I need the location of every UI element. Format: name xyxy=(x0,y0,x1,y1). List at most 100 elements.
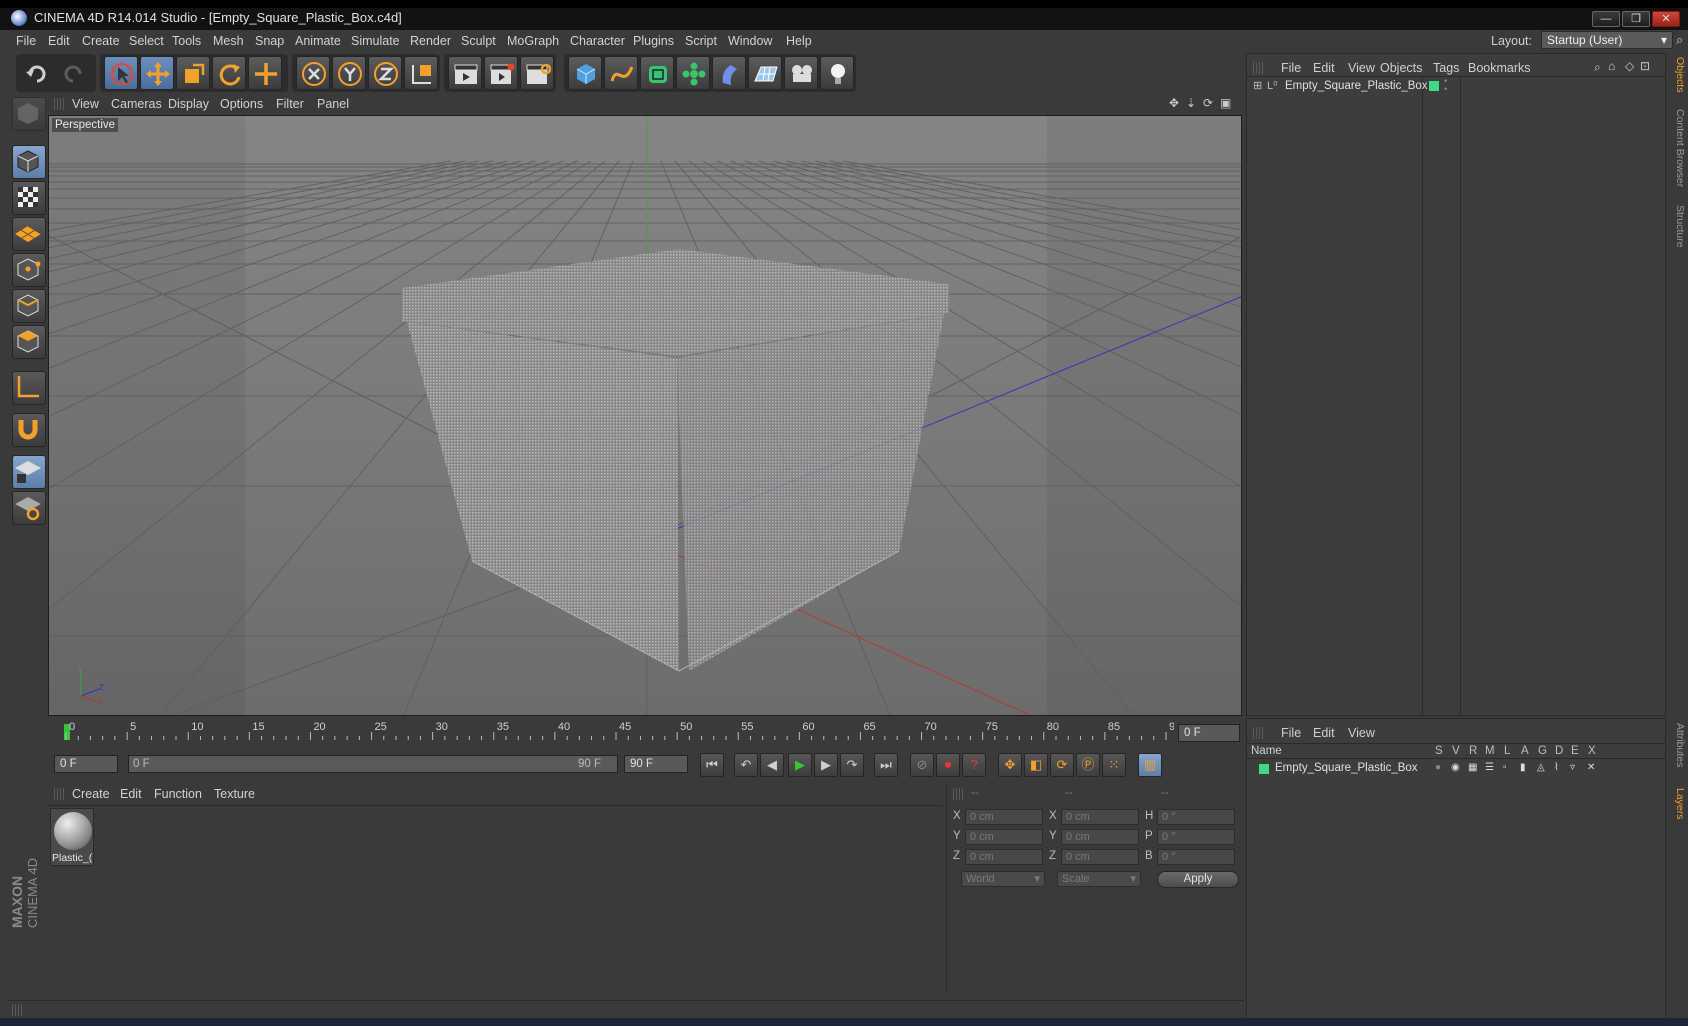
menu-mesh[interactable]: Mesh xyxy=(213,34,244,48)
menu-sculpt[interactable]: Sculpt xyxy=(461,34,496,48)
menu-select[interactable]: Select xyxy=(129,34,164,48)
key-rotation-button[interactable]: ⟳ xyxy=(1050,753,1074,777)
col-deformers[interactable]: D xyxy=(1555,745,1563,757)
render-settings-button[interactable] xyxy=(520,56,554,90)
viewport-menu-panel[interactable]: Panel xyxy=(317,97,349,111)
menu-tools[interactable]: Tools xyxy=(172,34,201,48)
pos-y-field[interactable]: 0 cm xyxy=(965,829,1043,845)
material-swatch[interactable]: Plastic_( xyxy=(50,808,94,866)
col-solo[interactable]: S xyxy=(1435,745,1443,757)
next-frame-button[interactable]: ▶ xyxy=(814,753,838,777)
add-spline-button[interactable] xyxy=(604,56,638,90)
axis-mode-button[interactable] xyxy=(12,371,46,405)
minimize-button[interactable]: — xyxy=(1592,11,1620,27)
menu-snap[interactable]: Snap xyxy=(255,34,284,48)
preview-range-slider[interactable]: 0 F 90 F xyxy=(128,755,618,773)
live-selection-button[interactable] xyxy=(104,56,138,90)
polygons-mode-button[interactable] xyxy=(12,325,46,359)
play-button[interactable]: ▶ xyxy=(788,753,812,777)
rot-h-field[interactable]: 0 ° xyxy=(1157,809,1235,825)
pan-view-icon[interactable]: ✥ xyxy=(1169,96,1179,110)
rot-p-field[interactable]: 0 ° xyxy=(1157,829,1235,845)
menu-plugins[interactable]: Plugins xyxy=(633,34,674,48)
orbit-view-icon[interactable]: ⟳ xyxy=(1203,96,1213,110)
menu-render[interactable]: Render xyxy=(410,34,451,48)
scale-tool-button[interactable] xyxy=(176,56,210,90)
autokey-button[interactable]: ⏺ xyxy=(936,753,960,777)
toggle-layout-icon[interactable]: ▣ xyxy=(1220,96,1231,110)
animation-toggle-icon[interactable]: ▮ xyxy=(1520,762,1526,773)
object-menu-edit[interactable]: Edit xyxy=(1313,61,1335,75)
menu-file[interactable]: File xyxy=(16,34,36,48)
expression-toggle-icon[interactable]: ▿ xyxy=(1570,762,1575,773)
size-z-field[interactable]: 0 cm xyxy=(1061,849,1139,865)
go-to-end-button[interactable]: ⏭ xyxy=(874,753,898,777)
generator-toggle-icon[interactable]: ◬ xyxy=(1537,762,1545,773)
col-view[interactable]: V xyxy=(1452,745,1460,757)
viewport-menu-options[interactable]: Options xyxy=(220,97,263,111)
x-axis-lock-button[interactable] xyxy=(296,56,330,90)
size-y-field[interactable]: 0 cm xyxy=(1061,829,1139,845)
keyframe-selection-button[interactable]: ? xyxy=(962,753,986,777)
viewport-menu-filter[interactable]: Filter xyxy=(276,97,304,111)
material-menu-texture[interactable]: Texture xyxy=(214,787,255,801)
move-tool-button[interactable] xyxy=(140,56,174,90)
key-position-button[interactable]: ✥ xyxy=(998,753,1022,777)
size-x-field[interactable]: 0 cm xyxy=(1061,809,1139,825)
manager-toggle-icon[interactable]: ☰ xyxy=(1485,762,1494,773)
add-floor-button[interactable] xyxy=(748,56,782,90)
menu-help[interactable]: Help xyxy=(786,34,812,48)
go-to-start-button[interactable]: ⏮ xyxy=(700,753,724,777)
add-deformer-button[interactable] xyxy=(712,56,746,90)
search-icon[interactable]: ⌕ xyxy=(1676,32,1683,48)
pos-z-field[interactable]: 0 cm xyxy=(965,849,1043,865)
object-menu-file[interactable]: File xyxy=(1281,61,1301,75)
tab-structure[interactable]: Structure xyxy=(1670,205,1686,248)
viewport-menu-cameras[interactable]: Cameras xyxy=(111,97,162,111)
col-generators[interactable]: G xyxy=(1538,745,1547,757)
layer-color-swatch[interactable] xyxy=(1259,764,1269,774)
rotate-tool-button[interactable] xyxy=(212,56,246,90)
add-cube-button[interactable] xyxy=(568,56,602,90)
viewport-menu-view[interactable]: View xyxy=(72,97,99,111)
object-menu-view[interactable]: View xyxy=(1348,61,1375,75)
render-view-button[interactable] xyxy=(448,56,482,90)
restore-button[interactable]: ❐ xyxy=(1622,11,1650,27)
layer-menu-file[interactable]: File xyxy=(1281,726,1301,740)
menu-script[interactable]: Script xyxy=(685,34,717,48)
back-icon[interactable]: ◇ xyxy=(1625,59,1634,73)
solo-toggle-icon[interactable]: ● xyxy=(1435,762,1441,773)
size-mode-dropdown[interactable]: Scale ▾ xyxy=(1057,871,1141,887)
expand-icon[interactable]: ⊞ xyxy=(1253,79,1262,92)
layer-row[interactable]: Empty_Square_Plastic_Box ● ◉ ▦ ☰ ▫ ▮ ◬ ⌇… xyxy=(1247,761,1665,777)
apply-button[interactable]: Apply xyxy=(1157,871,1239,888)
pos-x-field[interactable]: 0 cm xyxy=(965,809,1043,825)
menu-mograph[interactable]: MoGraph xyxy=(507,34,559,48)
search-icon[interactable]: ⌕ xyxy=(1594,60,1601,75)
visibility-eye-icon[interactable]: ◉ xyxy=(1451,762,1460,773)
tab-objects[interactable]: Objects xyxy=(1670,57,1686,93)
end-frame-field[interactable]: 90 F xyxy=(624,755,688,773)
menu-window[interactable]: Window xyxy=(728,34,772,48)
close-button[interactable]: ✕ xyxy=(1652,11,1680,27)
next-key-button[interactable]: ↷ xyxy=(840,753,864,777)
home-icon[interactable]: ⌂ xyxy=(1608,59,1615,73)
rot-b-field[interactable]: 0 ° xyxy=(1157,849,1235,865)
new-window-icon[interactable]: ⊡ xyxy=(1640,59,1650,73)
key-scale-button[interactable]: ◧ xyxy=(1024,753,1048,777)
object-tree-row[interactable]: ⊞ L⁰ Empty_Square_Plastic_Box • • xyxy=(1249,77,1661,95)
material-menu-create[interactable]: Create xyxy=(72,787,110,801)
add-camera-button[interactable] xyxy=(784,56,818,90)
undo-button[interactable] xyxy=(20,56,54,90)
timeline-button[interactable]: ▥ xyxy=(1138,753,1162,777)
layer-menu-edit[interactable]: Edit xyxy=(1313,726,1335,740)
lock-icon[interactable]: ▫ xyxy=(1503,762,1507,773)
timeline-ruler[interactable]: 0 5 10 15 20 25 30 35 40 45 50 55 60 65 70 75 80 85 90 0 F xyxy=(48,718,1242,746)
render-toggle-icon[interactable]: ▦ xyxy=(1468,762,1477,773)
coordinate-system-button[interactable] xyxy=(404,56,438,90)
current-frame-field[interactable]: 0 F xyxy=(1178,724,1240,742)
locked-workplane-button[interactable] xyxy=(12,491,46,525)
y-axis-lock-button[interactable] xyxy=(332,56,366,90)
add-array-button[interactable] xyxy=(676,56,710,90)
add-tool-button[interactable] xyxy=(248,56,282,90)
